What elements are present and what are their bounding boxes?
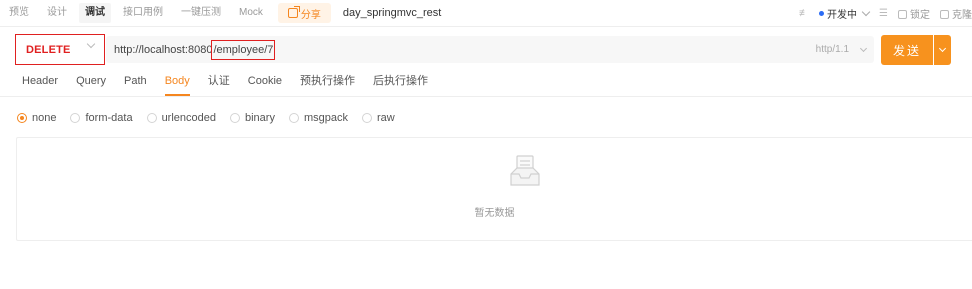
- body-type-raw[interactable]: raw: [362, 112, 395, 124]
- clone-label: 克隆: [952, 9, 972, 21]
- empty-inbox-icon: [510, 155, 540, 186]
- clone-icon: [940, 9, 949, 19]
- url-input[interactable]: http://localhost:8080/employee/7 http/1.…: [106, 36, 874, 63]
- top-right-toolbar: ≢ 开发中 ☰ 锁定 克隆: [799, 0, 972, 26]
- tab-pre-request[interactable]: 预执行操作: [300, 70, 355, 96]
- http-version-select[interactable]: http/1.1: [815, 36, 868, 63]
- radio-icon: [146, 113, 157, 123]
- body-type-label: binary: [245, 112, 275, 124]
- send-label: 发送: [892, 43, 921, 58]
- tab-preview[interactable]: 预览: [0, 0, 38, 26]
- tab-test-cases[interactable]: 接口用例: [114, 0, 172, 26]
- share-button[interactable]: 分享: [277, 3, 331, 23]
- environment-label: 开发中: [827, 9, 858, 21]
- tab-load-test[interactable]: 一键压测: [172, 0, 230, 26]
- format-icon[interactable]: ≢: [799, 8, 809, 19]
- body-type-form-data[interactable]: form-data: [70, 112, 133, 124]
- environment-selector[interactable]: 开发中: [819, 6, 871, 21]
- tab-design[interactable]: 设计: [38, 0, 76, 26]
- url-path: /employee/7: [211, 39, 276, 60]
- radio-icon: [230, 113, 240, 123]
- body-type-binary[interactable]: binary: [230, 112, 275, 124]
- radio-icon: [362, 113, 372, 123]
- body-type-label: raw: [377, 112, 395, 124]
- chevron-down-icon: [859, 44, 868, 52]
- body-type-urlencoded[interactable]: urlencoded: [146, 112, 216, 124]
- tab-cookie[interactable]: Cookie: [248, 70, 282, 96]
- send-button[interactable]: 发送: [881, 35, 933, 65]
- tab-query[interactable]: Query: [76, 70, 106, 96]
- environment-settings-icon[interactable]: ☰: [879, 8, 888, 19]
- api-name: day_springmvc_rest: [342, 7, 442, 19]
- tab-mock[interactable]: Mock: [230, 0, 272, 26]
- chevron-down-icon: [861, 7, 871, 16]
- body-type-msgpack[interactable]: msgpack: [288, 112, 348, 124]
- tab-body[interactable]: Body: [164, 70, 190, 96]
- body-content-area: 暂无数据: [16, 137, 972, 241]
- lock-button[interactable]: 锁定: [898, 6, 930, 21]
- divider: [0, 26, 972, 27]
- body-type-label: none: [32, 112, 57, 124]
- clone-button[interactable]: 克隆: [940, 6, 972, 21]
- body-type-label: form-data: [85, 112, 133, 124]
- request-url-row: DELETE http://localhost:8080/employee/7 …: [0, 32, 972, 66]
- chevron-down-icon: [938, 44, 947, 53]
- radio-icon: [70, 113, 81, 123]
- lock-icon: [898, 9, 907, 19]
- tab-post-request[interactable]: 后执行操作: [373, 70, 428, 96]
- tab-auth[interactable]: 认证: [208, 70, 230, 96]
- method-label: DELETE: [26, 43, 71, 56]
- body-type-none[interactable]: none: [17, 112, 56, 124]
- body-type-label: msgpack: [303, 112, 348, 124]
- tab-debug[interactable]: 调试: [79, 3, 111, 23]
- share-label: 分享: [300, 9, 321, 21]
- method-select[interactable]: DELETE: [15, 34, 105, 65]
- divider: [0, 96, 972, 97]
- url-base: http://localhost:8080: [114, 43, 213, 56]
- http-version-label: http/1.1: [815, 44, 849, 55]
- tab-path[interactable]: Path: [124, 70, 147, 96]
- share-icon: [287, 6, 300, 18]
- radio-checked-icon: [17, 113, 27, 123]
- empty-state-text: 暂无数据: [474, 208, 515, 219]
- tab-header[interactable]: Header: [22, 70, 58, 96]
- body-type-label: urlencoded: [161, 112, 216, 124]
- request-tabs: Header Query Path Body 认证 Cookie 预执行操作 后…: [22, 70, 428, 96]
- lock-label: 锁定: [910, 9, 930, 21]
- send-dropdown-button[interactable]: [934, 35, 951, 65]
- radio-icon: [288, 113, 299, 123]
- environment-status-dot: [819, 10, 825, 16]
- body-type-radio-group: none form-data urlencoded binary msgpack…: [17, 111, 395, 125]
